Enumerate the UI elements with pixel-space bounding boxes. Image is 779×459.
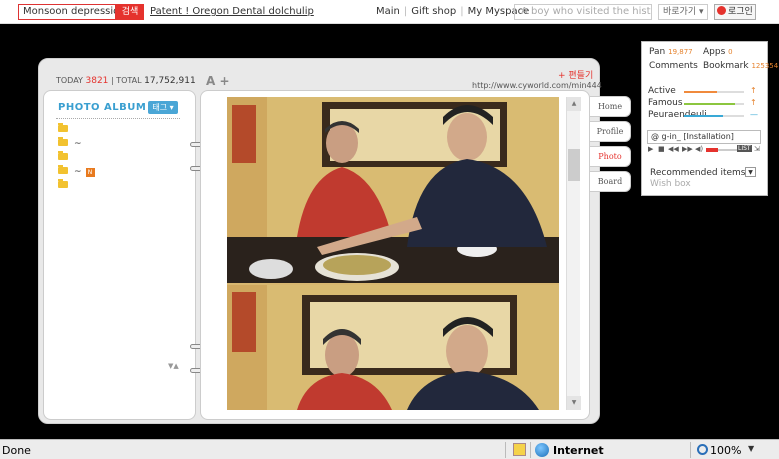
recommended-items-label: Recommended items bbox=[650, 168, 746, 178]
apps-stat[interactable]: Apps 0 bbox=[703, 47, 733, 57]
stat-label-active: Active bbox=[648, 86, 676, 96]
status-separator bbox=[505, 442, 506, 458]
album-folder[interactable]: ~ bbox=[58, 137, 82, 149]
tab-profile[interactable]: Profile bbox=[590, 121, 631, 142]
page-url: http://www.cyworld.com/min444 bbox=[472, 81, 602, 90]
tab-photo[interactable]: Photo bbox=[590, 146, 631, 167]
globe-icon bbox=[535, 443, 549, 457]
login-button[interactable]: 로그인 bbox=[714, 4, 756, 20]
status-bar: Done Internet 100% ▼ bbox=[0, 439, 779, 459]
bookmark-stat[interactable]: Bookmark 125354 bbox=[703, 61, 778, 71]
expand-icon[interactable]: ⇲ bbox=[754, 145, 760, 153]
search-button[interactable]: 검색 bbox=[116, 4, 144, 20]
stat-bar-fill bbox=[684, 91, 717, 93]
photo-scrollbar[interactable]: ▲ ▼ bbox=[566, 97, 581, 410]
apps-label: Apps bbox=[703, 47, 726, 57]
stat-bar-active bbox=[684, 91, 744, 93]
login-icon bbox=[717, 6, 726, 15]
folder-label: ~ bbox=[74, 139, 82, 149]
up-arrow-icon: ↑ bbox=[750, 86, 757, 95]
album-title: PHOTO ALBUM bbox=[58, 102, 147, 113]
status-separator bbox=[690, 442, 691, 458]
folder-icon bbox=[58, 137, 68, 146]
edit-link[interactable]: + 편들기 bbox=[558, 68, 593, 81]
stat-bar-famous bbox=[684, 103, 744, 105]
pan-value: 19,877 bbox=[668, 48, 693, 56]
album-photo bbox=[227, 97, 559, 410]
pan-label: Pan bbox=[649, 47, 666, 57]
tab-home[interactable]: Home bbox=[590, 96, 631, 117]
today-count: 3821 bbox=[85, 76, 109, 86]
pan-stat[interactable]: Pan 19,877 bbox=[649, 47, 693, 57]
photo-image bbox=[227, 97, 559, 410]
music-title[interactable]: @ g-in_ [Installation] bbox=[647, 130, 761, 144]
scroll-down-icon[interactable]: ▼ bbox=[567, 396, 581, 410]
total-label: TOTAL bbox=[116, 76, 142, 85]
scroll-up-icon[interactable]: ▲ bbox=[567, 97, 581, 111]
album-folder[interactable]: ~ N bbox=[58, 165, 95, 177]
top-nav: Main | Gift shop | My Myspace bbox=[376, 6, 529, 17]
visitor-counter: TODAY 3821 | TOTAL 17,752,911 bbox=[56, 76, 196, 86]
folder-nav-arrows[interactable]: ▼▲ bbox=[168, 362, 179, 370]
comments-stat[interactable]: Comments bbox=[649, 61, 698, 71]
status-text: Done bbox=[2, 444, 31, 457]
zone-label[interactable]: Internet bbox=[553, 444, 604, 457]
bookmark-label: Bookmark bbox=[703, 61, 749, 71]
music-controls: ▶ ■ ◀◀ ▶▶ ◀) LIST ⇲ bbox=[648, 145, 763, 155]
album-folder[interactable] bbox=[58, 151, 74, 163]
goto-label: 바로가기 bbox=[663, 7, 697, 17]
login-label: 로그인 bbox=[728, 7, 753, 17]
zoom-icon[interactable] bbox=[697, 444, 708, 455]
chevron-down-icon[interactable]: ▼ bbox=[748, 444, 754, 453]
nav-main[interactable]: Main bbox=[376, 6, 400, 17]
goto-select[interactable]: 바로가기 ▾ bbox=[658, 4, 708, 20]
prev-icon[interactable]: ◀◀ bbox=[668, 145, 679, 153]
album-folder[interactable] bbox=[58, 123, 74, 135]
tag-button[interactable]: 태그 ▾ bbox=[148, 101, 178, 114]
stat-bar-fill bbox=[684, 103, 735, 105]
stat-bar-fill bbox=[684, 115, 723, 117]
top-bar: Monsoon depression 검색 Patent ! Oregon De… bbox=[0, 0, 779, 24]
apps-value: 0 bbox=[728, 48, 733, 56]
font-size-button[interactable]: A + bbox=[206, 74, 230, 88]
wish-box-label[interactable]: Wish box bbox=[650, 179, 691, 189]
folder-icon bbox=[58, 165, 68, 174]
today-label: TODAY bbox=[56, 76, 83, 85]
bookmark-value: 125354 bbox=[751, 62, 779, 70]
scroll-thumb[interactable] bbox=[568, 149, 580, 181]
folder-icon bbox=[58, 151, 68, 160]
total-count: 17,752,911 bbox=[144, 76, 196, 86]
dash-icon: — bbox=[750, 110, 758, 119]
zoom-level[interactable]: 100% bbox=[710, 444, 741, 457]
volume-icon[interactable]: ◀) bbox=[695, 145, 703, 153]
album-divider bbox=[56, 118, 180, 119]
volume-level bbox=[706, 148, 718, 152]
security-icon[interactable] bbox=[513, 443, 526, 456]
nav-separator: | bbox=[403, 6, 408, 17]
stop-icon[interactable]: ■ bbox=[658, 145, 665, 153]
play-icon[interactable]: ▶ bbox=[648, 145, 653, 153]
search-input[interactable]: Monsoon depression bbox=[18, 4, 116, 20]
folder-icon bbox=[58, 179, 68, 188]
status-separator bbox=[530, 442, 531, 458]
album-folder[interactable] bbox=[58, 179, 74, 191]
music-list-button[interactable]: LIST bbox=[737, 145, 752, 152]
new-badge-icon: N bbox=[85, 168, 95, 177]
nav-separator: | bbox=[460, 6, 464, 17]
folder-icon bbox=[58, 123, 68, 132]
nav-gift-shop[interactable]: Gift shop bbox=[411, 6, 456, 17]
patent-link[interactable]: Patent ! Oregon Dental dolchulip bbox=[150, 6, 314, 17]
stat-bar-peuraendeuli bbox=[684, 115, 744, 117]
tab-board[interactable]: Board bbox=[590, 171, 631, 192]
chevron-down-icon[interactable]: ▼ bbox=[745, 167, 756, 177]
folder-label: ~ bbox=[74, 167, 82, 177]
next-icon[interactable]: ▶▶ bbox=[682, 145, 693, 153]
up-arrow-icon: ↑ bbox=[750, 98, 757, 107]
stat-label-famous: Famous bbox=[648, 98, 683, 108]
search-input-secondary[interactable]: A boy who visited the historical bbox=[514, 4, 652, 20]
